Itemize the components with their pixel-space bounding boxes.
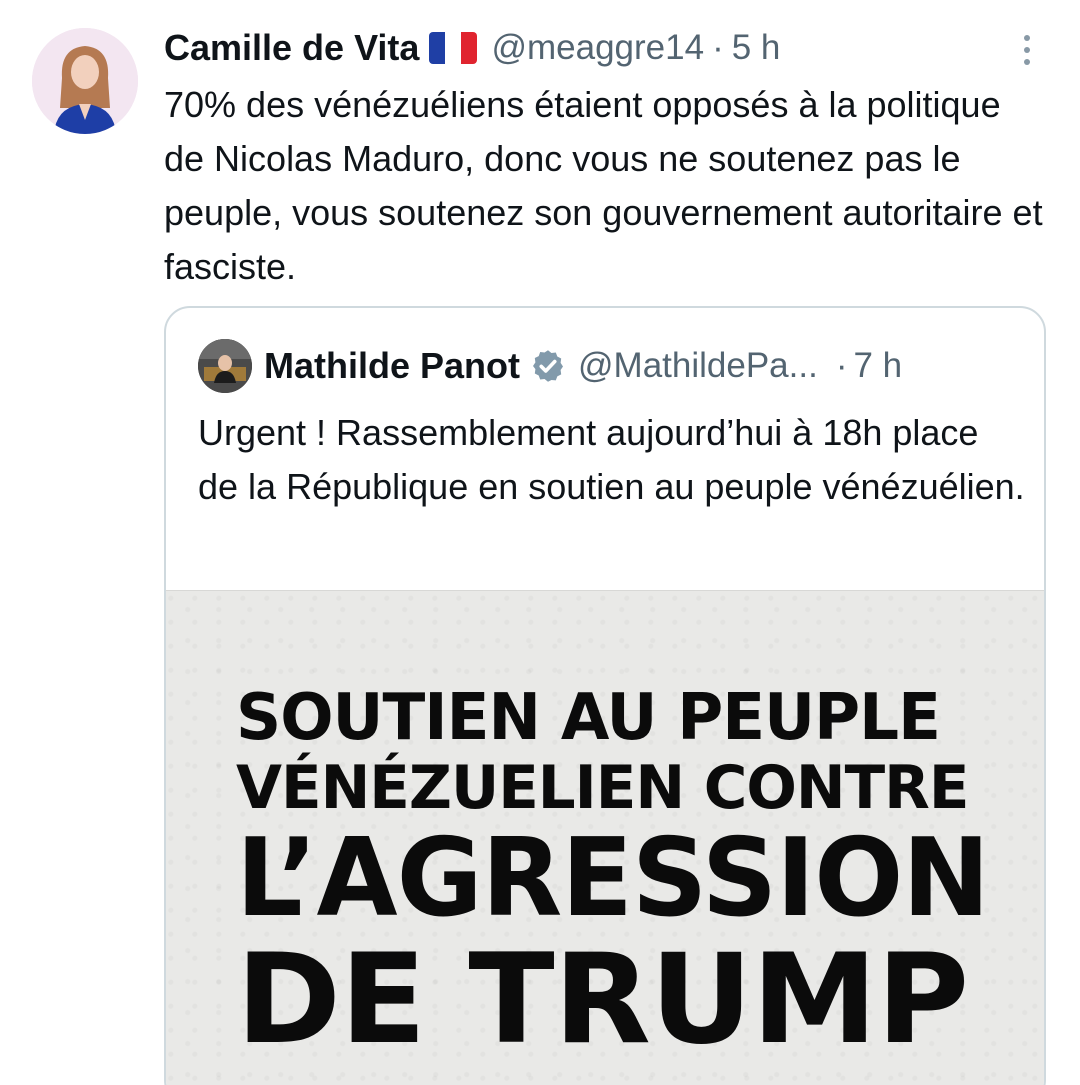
poster-line-3: L’AGRESSION <box>236 816 990 941</box>
poster-line-2: VÉNÉZUELIEN CONTRE <box>236 753 969 823</box>
verified-badge-icon <box>533 350 564 382</box>
separator-dot: · <box>835 346 848 385</box>
tweet-header: Camille de Vita @meaggre14 · 5 h <box>164 26 780 70</box>
quoted-author-avatar <box>198 339 252 393</box>
tweet-text: 70% des vénézuéliens étaient opposés à l… <box>164 84 1043 287</box>
separator-dot: · <box>712 28 724 67</box>
author-handle[interactable]: @meaggre14 <box>491 28 704 68</box>
poster-line-1: SOUTIEN AU PEUPLE <box>236 681 941 755</box>
quoted-tweet-timestamp: 7 h <box>853 346 903 385</box>
quoted-author-name: Mathilde Panot <box>264 345 521 386</box>
more-options-icon[interactable] <box>1012 30 1042 70</box>
france-flag-icon <box>429 32 478 64</box>
tweet-timestamp[interactable]: 5 h <box>732 28 781 68</box>
tweet[interactable]: Camille de Vita @meaggre14 · 5 h 70% des… <box>0 0 1080 1085</box>
author-avatar[interactable] <box>32 28 138 134</box>
author-name[interactable]: Camille de Vita <box>164 27 419 69</box>
quoted-tweet-header: Mathilde Panot @MathildePa... · 7 h <box>198 338 902 394</box>
quoted-tweet[interactable]: Mathilde Panot @MathildePa... · 7 h Urge… <box>164 306 1046 1085</box>
quoted-author-handle: @MathildePa... <box>578 346 818 385</box>
poster-line-4: DE TRUMP <box>236 928 969 1072</box>
poster-text: SOUTIEN AU PEUPLE VÉNÉZUELIEN CONTRE L’A… <box>236 681 990 1065</box>
quoted-tweet-image[interactable]: SOUTIEN AU PEUPLE VÉNÉZUELIEN CONTRE L’A… <box>166 590 1044 1085</box>
quoted-tweet-text: Urgent ! Rassemblement aujourd’hui à 18h… <box>198 412 1025 507</box>
